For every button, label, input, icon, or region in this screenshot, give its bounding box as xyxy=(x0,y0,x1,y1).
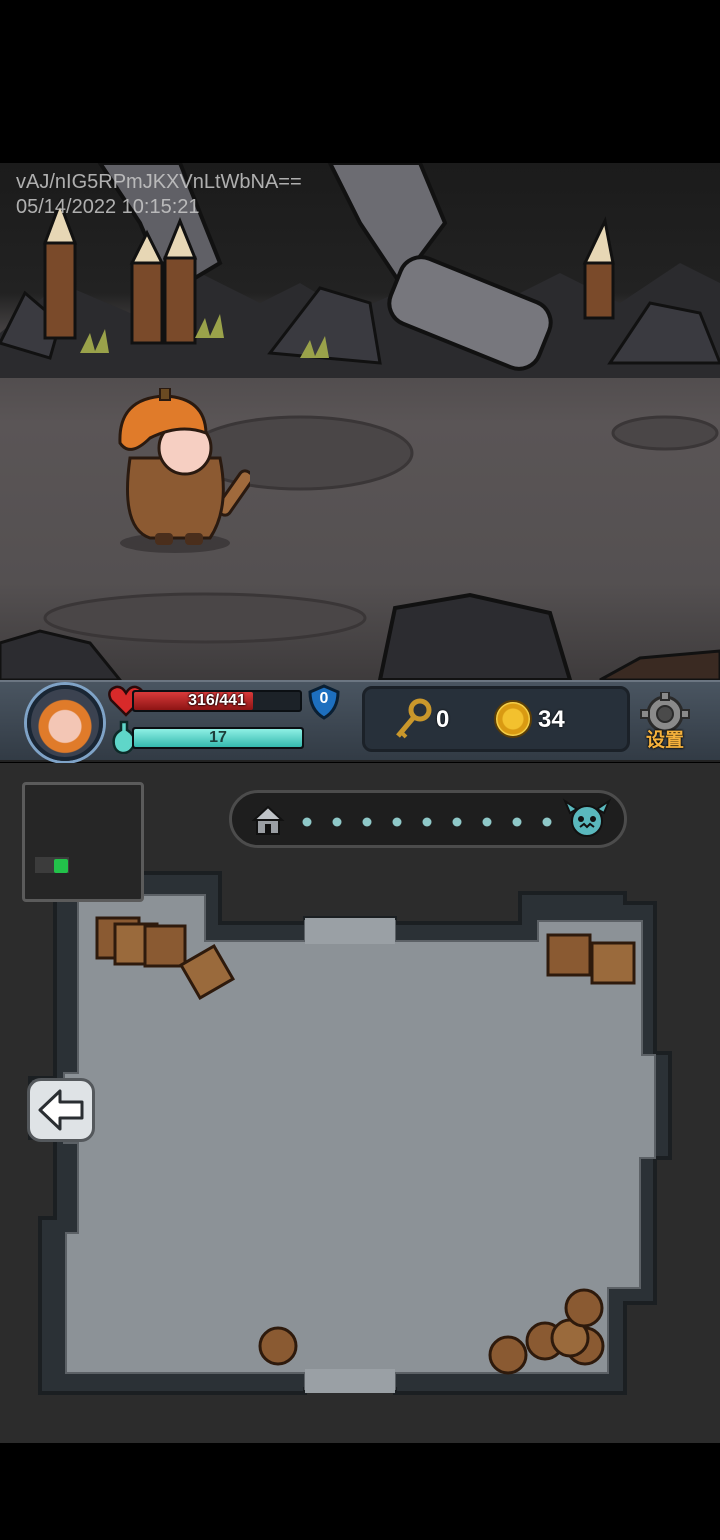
player-avatar[interactable] xyxy=(27,685,103,761)
game-screen: vAJ/nIG5RPmJKXVnLtWbNA== 05/14/2022 10:1… xyxy=(0,0,720,1540)
progress-node xyxy=(332,817,342,827)
barrel xyxy=(258,1326,298,1366)
progress-node xyxy=(302,817,312,827)
hp-bar: 316/441 xyxy=(132,690,302,712)
crate xyxy=(590,941,636,985)
barrel xyxy=(488,1335,528,1375)
key-count: 0 xyxy=(436,706,450,733)
progress-node xyxy=(392,817,402,827)
mp-text: 17 xyxy=(209,729,227,746)
coin-count: 34 xyxy=(538,706,565,733)
player-character xyxy=(118,388,250,553)
barrel xyxy=(564,1288,604,1328)
progress-node xyxy=(452,817,462,827)
minimap[interactable] xyxy=(22,782,144,902)
progress-node xyxy=(542,817,552,827)
arrow-left-icon xyxy=(38,1089,84,1131)
settings-label: 设置 xyxy=(645,730,684,751)
mp-bar: 17 xyxy=(132,727,304,749)
shield-icon: 0 xyxy=(307,684,341,720)
scene-art xyxy=(0,163,720,680)
key-icon xyxy=(392,698,432,742)
session-id-text: vAJ/nIG5RPmJKXVnLtWbNA== xyxy=(16,171,302,193)
crate xyxy=(143,924,187,968)
hp-text: 316/441 xyxy=(188,692,246,709)
hut-icon xyxy=(251,805,285,835)
progress-nodes xyxy=(251,798,612,837)
shield-value: 0 xyxy=(319,690,329,707)
progress-node xyxy=(512,817,522,827)
settings-button[interactable]: 设置 xyxy=(637,691,693,754)
minimap-player-marker xyxy=(54,859,68,873)
timestamp-text: 05/14/2022 10:15:21 xyxy=(16,196,200,218)
coin-icon xyxy=(494,700,532,738)
progress-node xyxy=(422,817,432,827)
progress-node xyxy=(362,817,372,827)
dungeon-progress-track xyxy=(229,790,627,848)
back-button[interactable] xyxy=(27,1078,95,1142)
demon-boss-icon xyxy=(562,798,612,837)
battle-scene: vAJ/nIG5RPmJKXVnLtWbNA== 05/14/2022 10:1… xyxy=(0,163,720,680)
crate xyxy=(546,933,592,977)
progress-node xyxy=(482,817,492,827)
